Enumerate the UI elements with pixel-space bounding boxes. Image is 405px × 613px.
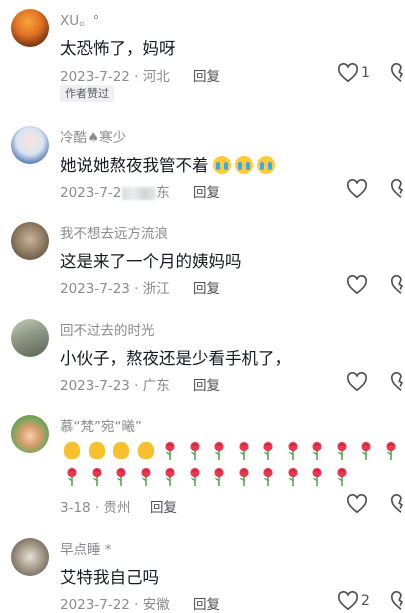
heart-outline-icon[interactable] bbox=[346, 179, 368, 199]
emoji-row bbox=[60, 466, 354, 488]
heart-outline-icon[interactable] bbox=[337, 63, 359, 83]
reply-button[interactable]: 回复 bbox=[193, 181, 220, 201]
like-count: 2 bbox=[361, 593, 370, 609]
comment-date: 3-18 bbox=[60, 500, 91, 516]
loudly-crying-face-icon bbox=[212, 156, 231, 174]
rose-icon bbox=[207, 440, 232, 462]
comment-author[interactable]: 冷酷♠寒少 bbox=[60, 126, 126, 146]
clapping-hands-icon bbox=[134, 440, 159, 460]
comment-meta: 2023-7-23 · 广东 bbox=[60, 374, 170, 394]
rose-icon bbox=[158, 440, 183, 462]
broken-heart-icon[interactable] bbox=[390, 591, 405, 611]
comment-text: 她说她熬夜我管不着 bbox=[60, 152, 275, 176]
comment-meta: 2023-7-22 · 河北 bbox=[60, 65, 170, 85]
rose-icon bbox=[305, 466, 330, 488]
reply-button[interactable]: 回复 bbox=[193, 374, 220, 394]
reply-button[interactable]: 回复 bbox=[150, 496, 177, 516]
rose-icon bbox=[256, 440, 281, 462]
heart-outline-icon[interactable] bbox=[346, 494, 368, 514]
broken-heart-icon[interactable] bbox=[390, 275, 405, 295]
blurred-region bbox=[122, 186, 157, 200]
reply-button[interactable]: 回复 bbox=[193, 277, 220, 297]
comment-date: 2023-7-23 bbox=[60, 378, 130, 394]
comment-location: 河北 bbox=[142, 69, 170, 85]
clapping-hands-icon bbox=[109, 440, 134, 460]
comment-location: 贵州 bbox=[103, 500, 131, 516]
comment-author[interactable]: 慕“梵”宛“曦” bbox=[60, 415, 142, 435]
rose-icon bbox=[330, 466, 355, 488]
comment-text: 艾特我自己吗 bbox=[60, 568, 159, 587]
meta-separator: · bbox=[129, 597, 143, 613]
meta-separator: · bbox=[90, 500, 104, 516]
comment-text: 小伙子，熬夜还是少看手机了， bbox=[60, 349, 291, 368]
comment-author[interactable]: XU。° bbox=[60, 9, 99, 29]
rose-icon bbox=[330, 440, 355, 462]
emoji-row bbox=[60, 440, 403, 462]
broken-heart-icon[interactable] bbox=[390, 179, 405, 199]
comment-author[interactable]: 早点睡 * bbox=[60, 538, 112, 558]
comment-meta: 2023-7-22 · 安徽 bbox=[60, 593, 170, 613]
broken-heart-icon[interactable] bbox=[390, 372, 405, 392]
rose-icon bbox=[305, 440, 330, 462]
meta-separator: · bbox=[129, 281, 143, 297]
rose-icon bbox=[158, 466, 183, 488]
avatar[interactable] bbox=[11, 415, 49, 453]
comment-author[interactable]: 回不过去的时光 bbox=[60, 319, 155, 339]
comment-meta: 2023-7-2 东 bbox=[60, 181, 170, 201]
avatar[interactable] bbox=[11, 319, 49, 357]
rose-icon bbox=[256, 466, 281, 488]
comment-date: 2023-7-23 bbox=[60, 281, 130, 297]
rose-icon bbox=[134, 466, 159, 488]
rose-icon bbox=[281, 466, 306, 488]
comment-author[interactable]: 我不想去远方流浪 bbox=[60, 222, 168, 242]
rose-icon bbox=[207, 466, 232, 488]
clapping-hands-icon bbox=[85, 440, 110, 460]
comment-text: 太恐怖了，妈呀 bbox=[60, 39, 176, 58]
rose-icon bbox=[183, 466, 208, 488]
avatar[interactable] bbox=[11, 222, 49, 260]
meta-separator: · bbox=[129, 378, 143, 394]
comment-date: 2023-7-22 bbox=[60, 69, 130, 85]
rose-icon bbox=[379, 440, 404, 462]
rose-icon bbox=[281, 440, 306, 462]
rose-icon bbox=[85, 466, 110, 488]
heart-outline-icon[interactable] bbox=[346, 372, 368, 392]
rose-icon bbox=[60, 466, 85, 488]
rose-icon bbox=[232, 440, 257, 462]
avatar[interactable] bbox=[11, 538, 49, 576]
rose-icon bbox=[354, 440, 379, 462]
comment-location: 广东 bbox=[142, 378, 170, 394]
comment-meta: 3-18 · 贵州 bbox=[60, 496, 131, 516]
comment-date: 2023-7-2 bbox=[60, 185, 122, 201]
loudly-crying-face-icon bbox=[256, 156, 275, 174]
rose-icon bbox=[109, 466, 134, 488]
heart-outline-icon[interactable] bbox=[346, 275, 368, 295]
comment-location: 安徽 bbox=[142, 597, 170, 613]
like-count: 1 bbox=[361, 65, 370, 81]
comment-meta: 2023-7-23 · 浙江 bbox=[60, 277, 170, 297]
clapping-hands-icon bbox=[60, 440, 85, 460]
comment-text: 这是来了一个月的姨妈吗 bbox=[60, 252, 242, 271]
reply-button[interactable]: 回复 bbox=[193, 65, 220, 85]
rose-icon bbox=[232, 466, 257, 488]
comment-location: 东 bbox=[156, 185, 170, 201]
avatar[interactable] bbox=[11, 126, 49, 164]
broken-heart-icon[interactable] bbox=[390, 494, 405, 514]
author-liked-badge: 作者赞过 bbox=[60, 85, 114, 102]
heart-outline-icon[interactable] bbox=[337, 591, 359, 611]
broken-heart-icon[interactable] bbox=[390, 63, 405, 83]
meta-separator: · bbox=[129, 69, 143, 85]
comment-location: 浙江 bbox=[142, 281, 170, 297]
rose-icon bbox=[183, 440, 208, 462]
comment-date: 2023-7-22 bbox=[60, 597, 130, 613]
reply-button[interactable]: 回复 bbox=[193, 593, 220, 613]
avatar[interactable] bbox=[11, 9, 49, 47]
loudly-crying-face-icon bbox=[234, 156, 253, 174]
